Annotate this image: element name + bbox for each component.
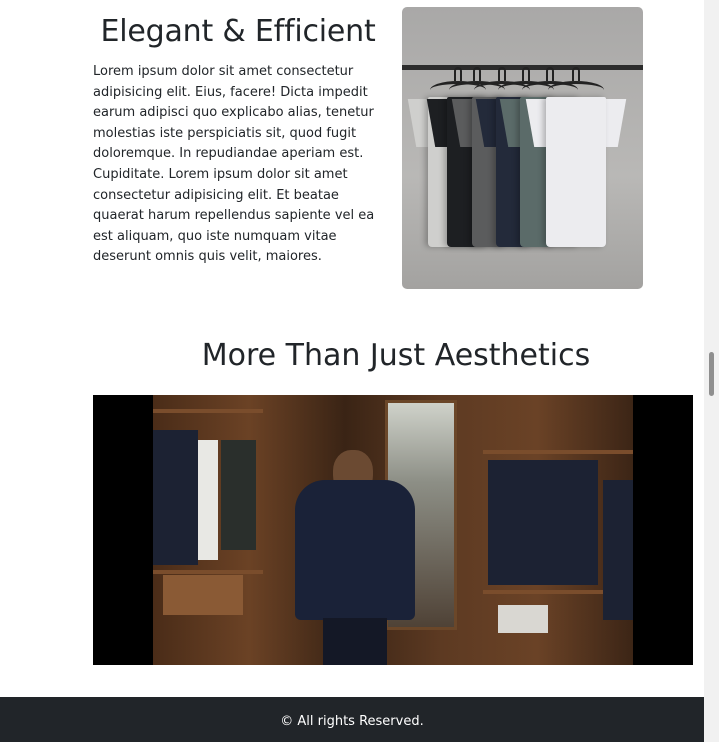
folded-clothes xyxy=(498,605,548,633)
shelf xyxy=(153,570,263,574)
hanging-suits xyxy=(488,460,598,585)
feature-paragraph: Lorem ipsum dolor sit amet consectetur a… xyxy=(93,64,375,265)
drawer xyxy=(163,575,243,615)
shelf xyxy=(153,409,263,413)
section-title: More Than Just Aesthetics xyxy=(201,338,591,373)
tshirt xyxy=(525,67,627,247)
man-in-jacket xyxy=(275,450,435,665)
shelf xyxy=(483,450,633,454)
hanger-hook xyxy=(572,67,580,81)
tshirts-on-rack-image xyxy=(402,7,643,289)
hanging-suits xyxy=(603,480,633,620)
copyright-text: © All rights Reserved. xyxy=(280,714,424,729)
jacket xyxy=(295,480,415,620)
page: Elegant & Efficient Lorem ipsum dolor si… xyxy=(0,0,704,742)
scrollbar-thumb[interactable] xyxy=(709,352,714,396)
walk-in-closet-video[interactable] xyxy=(93,395,693,665)
shirt-body xyxy=(546,97,606,247)
trousers xyxy=(323,618,387,665)
footer: © All rights Reserved. xyxy=(0,697,704,742)
page-scrollbar[interactable] xyxy=(704,0,719,742)
closet-scene xyxy=(153,395,633,665)
hanging-shirt xyxy=(198,440,218,560)
feature-title: Elegant & Efficient xyxy=(100,14,376,49)
hanging-clothes xyxy=(221,440,256,550)
hanging-clothes xyxy=(153,430,198,565)
